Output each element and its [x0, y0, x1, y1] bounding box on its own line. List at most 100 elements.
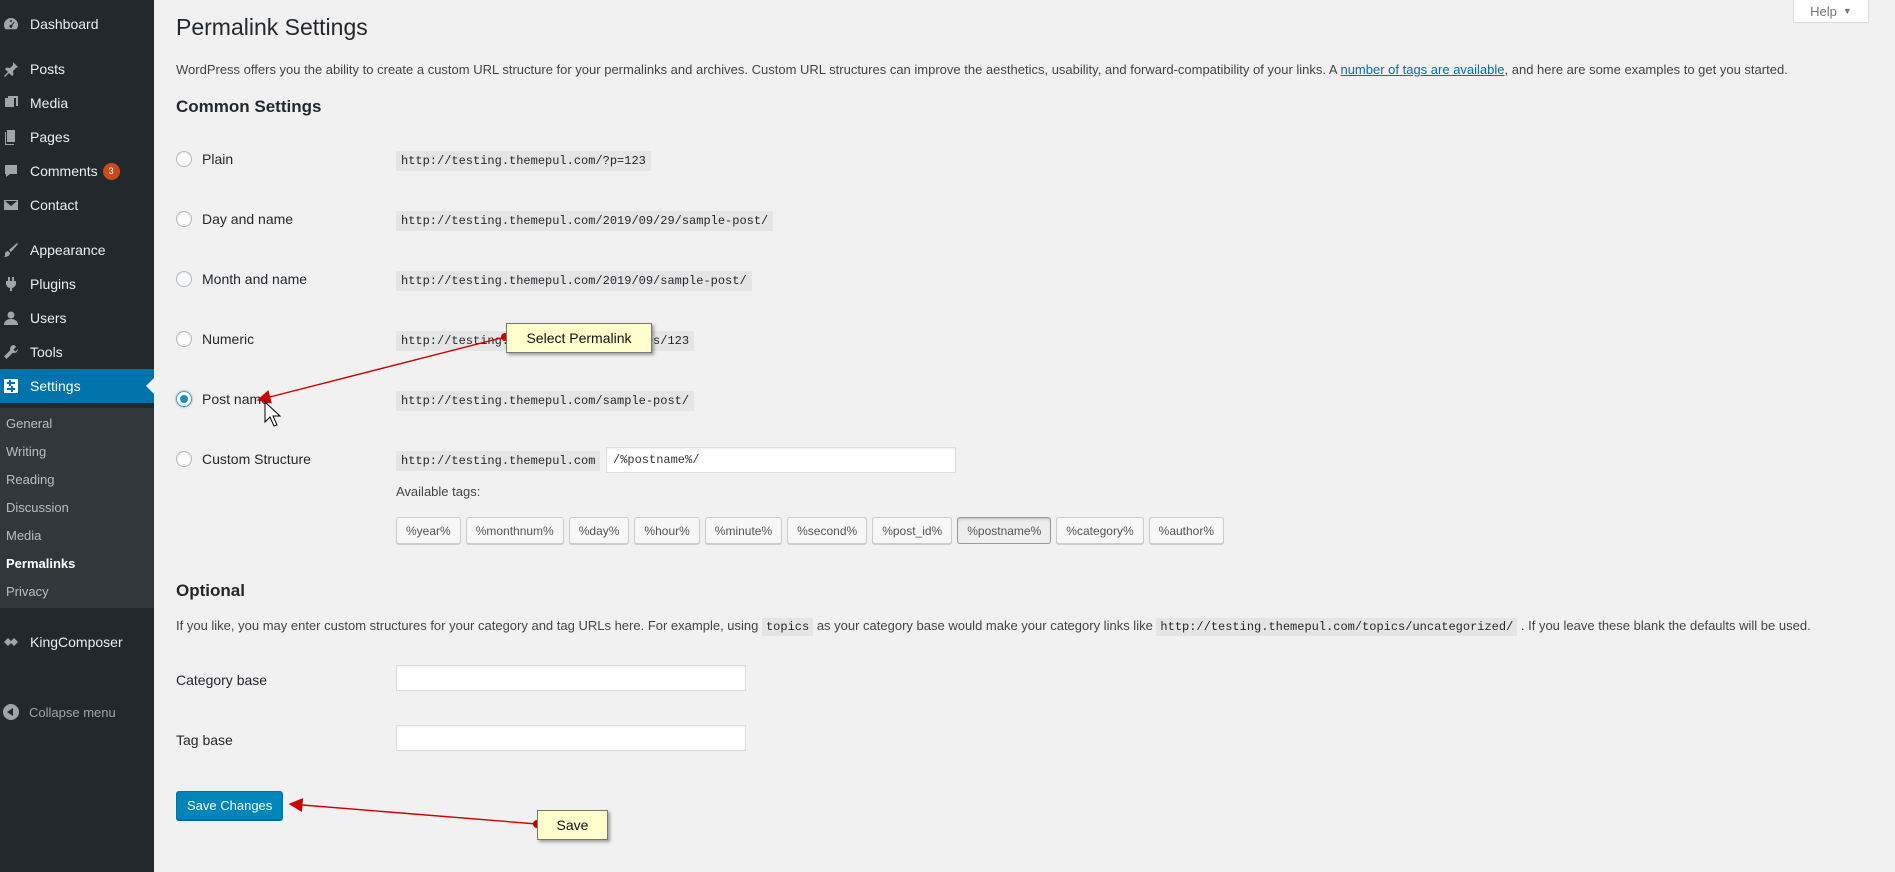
option-label: Custom Structure — [202, 451, 311, 467]
radio-month-and-name[interactable] — [176, 271, 192, 287]
custom-structure-prefix: http://testing.themepul.com — [396, 451, 601, 471]
comments-count-badge: 3 — [102, 162, 120, 180]
radio-post-name[interactable] — [176, 391, 192, 407]
menu-label: Media — [30, 95, 69, 111]
optional-text-part: . If you leave these blank the defaults … — [1517, 618, 1811, 633]
tag-button-year[interactable]: %year% — [396, 517, 461, 544]
option-label: Month and name — [202, 271, 308, 287]
intro-text-part: WordPress offers you the ability to crea… — [176, 62, 1341, 77]
submenu-permalinks[interactable]: Permalinks — [6, 556, 75, 571]
tag-base-input[interactable] — [396, 725, 746, 751]
paintbrush-icon — [2, 241, 20, 259]
page-title: Permalink Settings — [176, 14, 368, 40]
select-permalink-callout: Select Permalink — [506, 323, 652, 353]
tag-base-label: Tag base — [176, 732, 233, 748]
option-month-and-name[interactable]: Month and name — [176, 271, 307, 287]
help-label: Help — [1810, 3, 1837, 19]
category-base-input[interactable] — [396, 665, 746, 691]
radio-plain[interactable] — [176, 151, 192, 167]
menu-label: Posts — [30, 61, 66, 77]
option-post-name[interactable]: Post name — [176, 391, 269, 407]
menu-tools[interactable]: Tools — [0, 335, 154, 369]
radio-numeric[interactable] — [176, 331, 192, 347]
menu-label: Appearance — [30, 242, 106, 258]
radio-day-and-name[interactable] — [176, 211, 192, 227]
save-callout: Save — [537, 810, 608, 840]
tags-doc-link[interactable]: number of tags are available — [1340, 62, 1504, 77]
menu-comments[interactable]: Comments 3 — [0, 154, 154, 188]
collapse-menu-button[interactable]: Collapse menu — [0, 700, 116, 724]
menu-media[interactable]: Media — [0, 86, 154, 120]
example-url-plain: http://testing.themepul.com/?p=123 — [396, 151, 651, 171]
tag-button-postname[interactable]: %postname% — [957, 517, 1052, 544]
menu-dashboard[interactable]: Dashboard — [0, 7, 154, 41]
submenu-writing[interactable]: Writing — [6, 444, 46, 459]
available-tags-list: %year% %monthnum% %day% %hour% %minute% … — [396, 517, 1229, 544]
menu-label: Dashboard — [30, 16, 99, 32]
envelope-icon — [2, 196, 20, 214]
intro-text: WordPress offers you the ability to crea… — [176, 62, 1788, 77]
kingcomposer-icon — [2, 633, 20, 651]
submenu-discussion[interactable]: Discussion — [6, 500, 69, 515]
menu-kingcomposer[interactable]: KingComposer — [0, 625, 154, 659]
menu-label: Pages — [30, 129, 70, 145]
example-url-post-name: http://testing.themepul.com/sample-post/ — [396, 391, 695, 411]
optional-text-part: If you like, you may enter custom struct… — [176, 618, 762, 633]
tag-button-category[interactable]: %category% — [1056, 517, 1144, 544]
pages-icon — [2, 128, 20, 146]
option-day-and-name[interactable]: Day and name — [176, 211, 293, 227]
collapse-arrow-icon — [3, 704, 19, 720]
menu-users[interactable]: Users — [0, 301, 154, 335]
menu-settings[interactable]: Settings — [0, 369, 154, 403]
common-settings-heading: Common Settings — [176, 97, 322, 116]
dashboard-icon — [2, 15, 20, 33]
tag-button-author[interactable]: %author% — [1148, 517, 1225, 544]
menu-pages[interactable]: Pages — [0, 120, 154, 154]
tag-button-day[interactable]: %day% — [568, 517, 630, 544]
option-custom-structure[interactable]: Custom Structure — [176, 451, 311, 467]
pin-icon — [2, 60, 20, 78]
menu-label: Plugins — [30, 276, 76, 292]
submenu-reading[interactable]: Reading — [6, 472, 54, 487]
menu-posts[interactable]: Posts — [0, 52, 154, 86]
menu-label: KingComposer — [30, 634, 123, 650]
menu-label: Contact — [30, 197, 79, 213]
save-changes-button[interactable]: Save Changes — [176, 791, 284, 820]
category-base-label: Category base — [176, 672, 268, 688]
menu-label: Tools — [30, 344, 63, 360]
optional-heading: Optional — [176, 581, 245, 600]
example-code-topics: topics — [761, 618, 814, 636]
settings-icon — [2, 377, 20, 395]
tag-button-hour[interactable]: %hour% — [634, 517, 700, 544]
submenu-general[interactable]: General — [6, 416, 52, 431]
menu-label: Users — [30, 310, 67, 326]
settings-submenu: General Writing Reading Discussion Media… — [0, 408, 154, 608]
menu-plugins[interactable]: Plugins — [0, 267, 154, 301]
main-content: Help ▼ Permalink Settings WordPress offe… — [154, 0, 1895, 872]
user-icon — [2, 309, 20, 327]
help-tab-button[interactable]: Help ▼ — [1793, 0, 1869, 23]
menu-appearance[interactable]: Appearance — [0, 233, 154, 267]
optional-text-part: as your category base would make your ca… — [813, 618, 1157, 633]
menu-label: Settings — [30, 378, 81, 394]
tag-button-post-id[interactable]: %post_id% — [872, 517, 953, 544]
option-label: Post name — [202, 391, 269, 407]
submenu-privacy[interactable]: Privacy — [6, 584, 49, 599]
option-numeric[interactable]: Numeric — [176, 331, 254, 347]
admin-sidebar: Dashboard Posts Media Pages Comments 3 C… — [0, 0, 154, 872]
submenu-media[interactable]: Media — [6, 528, 41, 543]
custom-structure-input[interactable] — [606, 447, 956, 473]
comment-icon — [2, 162, 20, 180]
menu-label: Comments — [30, 163, 98, 179]
radio-custom-structure[interactable] — [176, 451, 192, 467]
example-url-month-and-name: http://testing.themepul.com/2019/09/samp… — [396, 271, 752, 291]
tag-button-second[interactable]: %second% — [787, 517, 868, 544]
optional-description: If you like, you may enter custom struct… — [176, 618, 1811, 636]
option-label: Day and name — [202, 211, 294, 227]
intro-text-part: , and here are some examples to get you … — [1504, 62, 1788, 77]
menu-contact[interactable]: Contact — [0, 188, 154, 222]
tag-button-monthnum[interactable]: %monthnum% — [465, 517, 564, 544]
tag-button-minute[interactable]: %minute% — [704, 517, 783, 544]
option-plain[interactable]: Plain — [176, 151, 233, 167]
media-icon — [2, 94, 20, 112]
